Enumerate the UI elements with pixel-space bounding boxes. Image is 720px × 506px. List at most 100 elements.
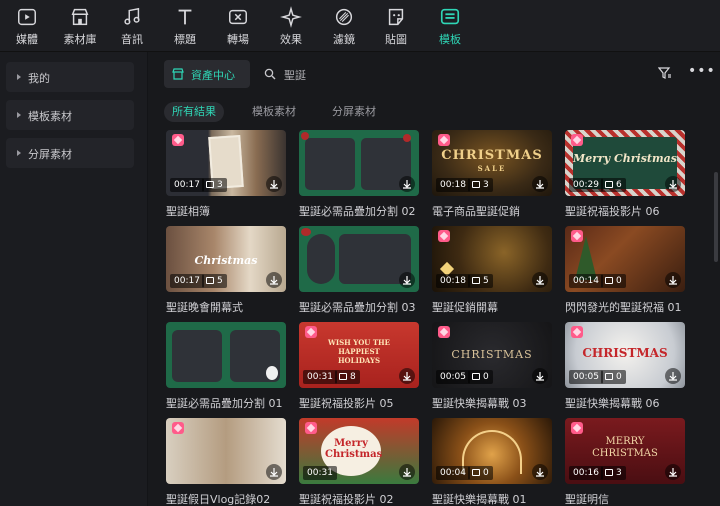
more-options-icon[interactable]: •••	[688, 64, 715, 78]
template-card[interactable]: 00:14 0 閃閃發光的聖誕祝福 01	[565, 226, 685, 318]
template-thumbnail[interactable]	[166, 322, 286, 388]
download-icon	[669, 468, 677, 477]
chip-template-assets[interactable]: 模板素材	[244, 102, 304, 122]
download-icon	[403, 468, 411, 477]
thumbnail-art-text: MERRY CHRISTMAS	[592, 436, 658, 459]
search-input[interactable]: 聖誕	[264, 60, 384, 88]
download-button[interactable]	[266, 272, 282, 288]
download-icon	[669, 180, 677, 189]
camera-icon	[206, 277, 214, 284]
premium-gem-icon	[571, 230, 583, 242]
toolbar-item-titles[interactable]: 標題	[159, 6, 211, 48]
template-thumbnail[interactable]: 00:18 5	[432, 226, 552, 292]
download-button[interactable]	[532, 272, 548, 288]
template-title: 聖誕快樂揭幕戰 01	[432, 493, 527, 506]
download-button[interactable]	[266, 176, 282, 192]
download-button[interactable]	[399, 272, 415, 288]
download-icon	[536, 276, 544, 285]
template-card[interactable]: Christmas 00:17 5 聖誕晚會開幕式	[166, 226, 286, 318]
toolbar-item-effects[interactable]: 效果	[265, 6, 317, 48]
premium-gem-icon	[438, 230, 450, 242]
camera-icon	[605, 277, 613, 284]
template-thumbnail[interactable]: 00:14 0	[565, 226, 685, 292]
toolbar-label: 媒體	[16, 33, 38, 46]
premium-gem-icon	[438, 134, 450, 146]
template-card[interactable]: 聖誕必需品疊加分割 03	[299, 226, 419, 318]
template-title: 聖誕快樂揭幕戰 03	[432, 397, 527, 410]
chip-all-results[interactable]: 所有結果	[164, 102, 224, 122]
download-button[interactable]	[532, 464, 548, 480]
camera-icon	[472, 373, 480, 380]
main-panel: 資產中心 聖誕 ••• 所有結果 模板素材 分屏素材 00:17 3 聖誕相簿	[148, 52, 720, 506]
sticker-icon	[388, 8, 404, 26]
download-button[interactable]	[266, 464, 282, 480]
grid-scrollbar[interactable]	[714, 172, 718, 262]
template-title: 電子商品聖誕促銷	[432, 205, 520, 218]
top-toolbar: 媒體 素材庫 音訊 標題 轉場 效果 濾鏡 貼圖 模板	[0, 0, 720, 52]
sidebar-item-mine[interactable]: 我的	[6, 62, 134, 92]
template-card[interactable]: MERRY CHRISTMAS 00:16 3 聖誕明信	[565, 418, 685, 506]
camera-icon	[605, 181, 613, 188]
template-title: 閃閃發光的聖誕祝福 01	[565, 301, 682, 314]
template-thumbnail[interactable]: CHRISTMAS SALE 00:18 3	[432, 130, 552, 196]
template-card[interactable]: 聖誕假日Vlog記錄02	[166, 418, 286, 506]
sidebar-item-split-assets[interactable]: 分屏素材	[6, 138, 134, 168]
template-card[interactable]: Merry Christmas 00:29 6 聖誕祝福投影片 06	[565, 130, 685, 222]
template-card[interactable]: 聖誕必需品疊加分割 02	[299, 130, 419, 222]
download-button[interactable]	[665, 176, 681, 192]
thumbnail-art-text: CHRISTMAS	[441, 148, 543, 163]
template-card[interactable]: 聖誕必需品疊加分割 01	[166, 322, 286, 414]
template-thumbnail[interactable]: Christmas 00:17 5	[166, 226, 286, 292]
camera-icon	[339, 373, 347, 380]
template-thumbnail[interactable]: Merry Christmas 00:29 6	[565, 130, 685, 196]
template-card[interactable]: Merry Christmas 00:31 聖誕祝福投影片 02	[299, 418, 419, 506]
download-button[interactable]	[665, 272, 681, 288]
template-card[interactable]: 00:17 3 聖誕相簿	[166, 130, 286, 222]
template-card[interactable]: 00:18 5 聖誕促銷開幕	[432, 226, 552, 318]
toolbar-item-templates[interactable]: 模板	[424, 6, 476, 48]
template-thumbnail[interactable]: Merry Christmas 00:31	[299, 418, 419, 484]
duration-badge: 00:16	[569, 466, 603, 480]
download-button[interactable]	[399, 176, 415, 192]
chip-split-assets[interactable]: 分屏素材	[324, 102, 384, 122]
toolbar-item-transitions[interactable]: 轉場	[212, 6, 264, 48]
clip-count-badge: 0	[468, 466, 493, 480]
template-card[interactable]: CHRISTMAS 00:05 0 聖誕快樂揭幕戰 03	[432, 322, 552, 414]
download-button[interactable]	[399, 464, 415, 480]
filter-icon[interactable]	[658, 66, 672, 80]
premium-gem-icon	[571, 422, 583, 434]
toolbar-item-store[interactable]: 素材庫	[54, 6, 106, 48]
template-thumbnail[interactable]	[166, 418, 286, 484]
download-button[interactable]	[665, 368, 681, 384]
template-thumbnail[interactable]: CHRISTMAS 00:05 0	[432, 322, 552, 388]
toolbar-item-stickers[interactable]: 貼圖	[370, 6, 422, 48]
template-thumbnail[interactable]: 00:04 0	[432, 418, 552, 484]
toolbar-item-media[interactable]: 媒體	[1, 6, 53, 48]
sparkle-effect-icon	[280, 6, 302, 28]
template-thumbnail[interactable]: WISH YOU THE HAPPIEST HOLIDAYS 00:31 8	[299, 322, 419, 388]
download-button[interactable]	[532, 176, 548, 192]
template-title: 聖誕快樂揭幕戰 06	[565, 397, 660, 410]
premium-gem-icon	[305, 422, 317, 434]
template-thumbnail[interactable]	[299, 130, 419, 196]
template-thumbnail[interactable]	[299, 226, 419, 292]
template-card[interactable]: CHRISTMAS SALE 00:18 3 電子商品聖誕促銷	[432, 130, 552, 222]
template-thumbnail[interactable]: CHRISTMAS 00:05 0	[565, 322, 685, 388]
camera-icon	[472, 469, 480, 476]
duration-badge: 00:05	[569, 370, 603, 384]
template-card[interactable]: WISH YOU THE HAPPIEST HOLIDAYS 00:31 8 聖…	[299, 322, 419, 414]
template-title: 聖誕祝福投影片 05	[299, 397, 394, 410]
template-thumbnail[interactable]: 00:17 3	[166, 130, 286, 196]
tab-asset-center[interactable]: 資產中心	[164, 60, 250, 88]
toolbar-item-audio[interactable]: 音訊	[106, 6, 158, 48]
template-thumbnail[interactable]: MERRY CHRISTMAS 00:16 3	[565, 418, 685, 484]
template-card[interactable]: CHRISTMAS 00:05 0 聖誕快樂揭幕戰 06	[565, 322, 685, 414]
premium-gem-icon	[172, 422, 184, 434]
chevron-right-icon	[17, 74, 21, 80]
template-card[interactable]: 00:04 0 聖誕快樂揭幕戰 01	[432, 418, 552, 506]
download-button[interactable]	[665, 464, 681, 480]
toolbar-item-filters[interactable]: 濾鏡	[318, 6, 370, 48]
download-button[interactable]	[532, 368, 548, 384]
download-button[interactable]	[399, 368, 415, 384]
sidebar-item-template-assets[interactable]: 模板素材	[6, 100, 134, 130]
